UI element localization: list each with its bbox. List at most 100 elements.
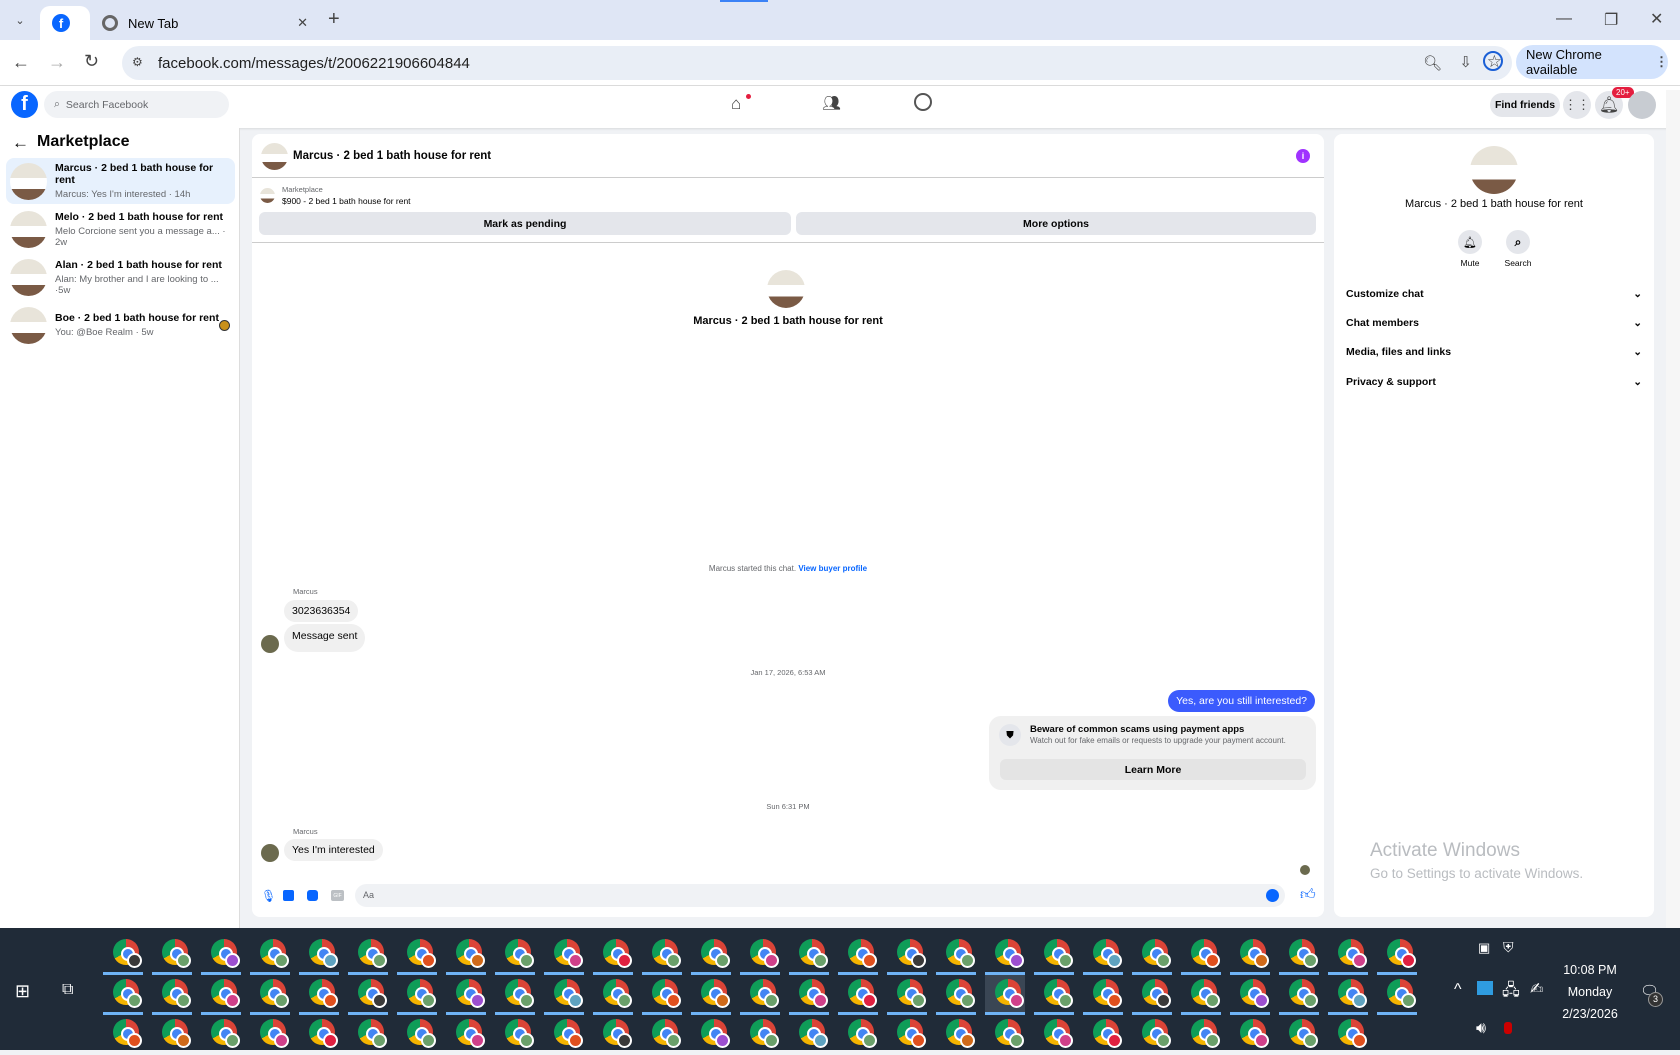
section-media-files-links[interactable]: Media, files and links ⌄	[1346, 346, 1642, 358]
taskbar-chrome-profile-icon[interactable]	[936, 1015, 976, 1055]
pen-icon[interactable]: ✍︎	[1530, 979, 1543, 999]
more-options-button[interactable]: More options	[796, 212, 1316, 235]
search-facebook-input[interactable]: ⌕ Search Facebook	[44, 91, 229, 118]
back-icon[interactable]: ←	[12, 52, 30, 73]
profile-icon[interactable]	[1483, 51, 1503, 71]
taskbar-chrome-profile-icon[interactable]	[495, 935, 535, 975]
taskbar-chrome-profile-icon[interactable]	[1230, 1015, 1270, 1055]
taskbar-chrome-profile-icon[interactable]	[1279, 1015, 1319, 1055]
taskbar-chrome-profile-icon[interactable]	[985, 975, 1025, 1015]
taskbar-chrome-profile-icon[interactable]	[1034, 935, 1074, 975]
tab-new-tab[interactable]: New Tab ✕	[90, 6, 320, 40]
taskbar-chrome-profile-icon[interactable]	[642, 1015, 682, 1055]
incoming-message[interactable]: Yes I'm interested	[284, 839, 383, 861]
section-customize-chat[interactable]: Customize chat ⌄	[1346, 288, 1642, 300]
taskbar-chrome-profile-icon[interactable]	[1377, 935, 1417, 975]
taskbar-chrome-profile-icon[interactable]	[103, 975, 143, 1015]
emoji-icon[interactable]	[1266, 889, 1279, 902]
minimize-icon[interactable]: —	[1556, 10, 1572, 28]
url-bar[interactable]: ⚙ facebook.com/messages/t/20062219066048…	[122, 46, 1512, 80]
menu-grid-icon[interactable]: ⋮⋮	[1563, 91, 1591, 119]
taskbar-chrome-profile-icon[interactable]	[201, 1015, 241, 1055]
view-buyer-profile-link[interactable]: View buyer profile	[798, 564, 867, 573]
tray-mic-icon[interactable]	[1504, 1022, 1512, 1034]
incoming-message[interactable]: Message sent	[284, 624, 366, 652]
incoming-message[interactable]: 3023636354	[284, 600, 359, 622]
taskbar-chrome-profile-icon[interactable]	[250, 1015, 290, 1055]
new-chrome-available-button[interactable]: New Chrome available ⋮	[1516, 45, 1668, 79]
taskbar-chrome-profile-icon[interactable]	[152, 975, 192, 1015]
chat-avatar[interactable]	[261, 143, 288, 170]
new-tab-icon[interactable]: +	[328, 8, 340, 31]
taskbar-chrome-profile-icon[interactable]	[152, 935, 192, 975]
taskbar-chrome-profile-icon[interactable]	[299, 935, 339, 975]
taskbar-chrome-profile-icon[interactable]	[593, 1015, 633, 1055]
conversation-item[interactable]: Alan · 2 bed 1 bath house for rent Alan: …	[6, 254, 235, 300]
account-avatar[interactable]	[1628, 91, 1656, 119]
taskbar-chrome-profile-icon[interactable]	[1230, 935, 1270, 975]
section-chat-members[interactable]: Chat members ⌄	[1346, 317, 1642, 329]
taskbar-chrome-profile-icon[interactable]	[887, 1015, 927, 1055]
friends-icon[interactable]: 👥︎	[822, 94, 841, 112]
taskbar-chrome-profile-icon[interactable]	[789, 935, 829, 975]
taskbar-chrome-profile-icon[interactable]	[152, 1015, 192, 1055]
taskbar-chrome-profile-icon[interactable]	[887, 935, 927, 975]
taskbar-chrome-profile-icon[interactable]	[1083, 935, 1123, 975]
taskbar-chrome-profile-icon[interactable]	[740, 1015, 780, 1055]
taskbar-chrome-profile-icon[interactable]	[1279, 975, 1319, 1015]
taskbar-chrome-profile-icon[interactable]	[348, 975, 388, 1015]
taskbar-chrome-profile-icon[interactable]	[593, 975, 633, 1015]
taskbar-chrome-profile-icon[interactable]	[1034, 1015, 1074, 1055]
taskbar-chrome-profile-icon[interactable]	[1377, 975, 1417, 1015]
clock[interactable]: 10:08 PM Monday 2/23/2026	[1560, 959, 1620, 1025]
section-privacy-support[interactable]: Privacy & support ⌄	[1346, 376, 1642, 388]
photo-icon[interactable]	[283, 890, 294, 901]
taskbar-chrome-profile-icon[interactable]	[1328, 1015, 1368, 1055]
gif-icon[interactable]: GIF	[331, 890, 344, 901]
taskbar-chrome-profile-icon[interactable]	[1034, 975, 1074, 1015]
taskbar-chrome-profile-icon[interactable]	[348, 1015, 388, 1055]
taskbar-chrome-profile-icon[interactable]	[299, 975, 339, 1015]
taskbar-chrome-profile-icon[interactable]	[250, 975, 290, 1015]
taskbar-chrome-profile-icon[interactable]	[838, 935, 878, 975]
find-friends-button[interactable]: Find friends	[1490, 93, 1560, 117]
volume-icon[interactable]: 🔊︎	[1476, 1020, 1486, 1038]
taskbar-chrome-profile-icon[interactable]	[495, 975, 535, 1015]
taskbar-chrome-profile-icon[interactable]	[397, 975, 437, 1015]
mark-as-pending-button[interactable]: Mark as pending	[259, 212, 791, 235]
taskbar-chrome-profile-icon[interactable]	[789, 1015, 829, 1055]
sender-avatar[interactable]	[261, 635, 279, 653]
taskbar-chrome-profile-icon[interactable]	[691, 975, 731, 1015]
like-thumb-icon[interactable]: 👍︎	[1300, 886, 1316, 904]
info-icon[interactable]: i	[1296, 149, 1310, 163]
profile-nav-icon[interactable]	[914, 93, 932, 111]
tray-app-icon[interactable]	[1477, 981, 1493, 995]
taskbar-chrome-profile-icon[interactable]	[446, 975, 486, 1015]
taskbar-chrome-profile-icon[interactable]	[985, 1015, 1025, 1055]
taskbar-chrome-profile-icon[interactable]	[691, 935, 731, 975]
zoom-icon[interactable]: 🔍︎	[1423, 54, 1442, 72]
taskbar-chrome-profile-icon[interactable]	[250, 935, 290, 975]
taskbar-chrome-profile-icon[interactable]	[103, 935, 143, 975]
listing-title[interactable]: $900 - 2 bed 1 bath house for rent	[282, 196, 411, 206]
taskbar-chrome-profile-icon[interactable]	[1181, 1015, 1221, 1055]
taskbar-chrome-profile-icon[interactable]	[838, 1015, 878, 1055]
taskbar-chrome-profile-icon[interactable]	[1230, 975, 1270, 1015]
taskbar-chrome-profile-icon[interactable]	[838, 975, 878, 1015]
taskbar-chrome-profile-icon[interactable]	[201, 935, 241, 975]
taskbar-chrome-profile-icon[interactable]	[299, 1015, 339, 1055]
listing-thumbnail[interactable]	[260, 188, 275, 203]
microphone-icon[interactable]: 🎙︎	[261, 889, 276, 903]
taskbar-chrome-profile-icon[interactable]	[789, 975, 829, 1015]
task-view-icon[interactable]: ⧉	[62, 981, 73, 999]
taskbar-chrome-profile-icon[interactable]	[691, 1015, 731, 1055]
taskbar-chrome-profile-icon[interactable]	[103, 1015, 143, 1055]
taskbar-chrome-profile-icon[interactable]	[1132, 975, 1172, 1015]
taskbar-chrome-profile-icon[interactable]	[642, 975, 682, 1015]
message-composer-input[interactable]: Aa	[355, 884, 1285, 907]
taskbar-chrome-profile-icon[interactable]	[1328, 935, 1368, 975]
taskbar-chrome-profile-icon[interactable]	[201, 975, 241, 1015]
conversation-item[interactable]: Marcus · 2 bed 1 bath house for rent Marc…	[6, 158, 235, 204]
outgoing-message[interactable]: Yes, are you still interested?	[1168, 690, 1315, 712]
taskbar-chrome-profile-icon[interactable]	[740, 935, 780, 975]
